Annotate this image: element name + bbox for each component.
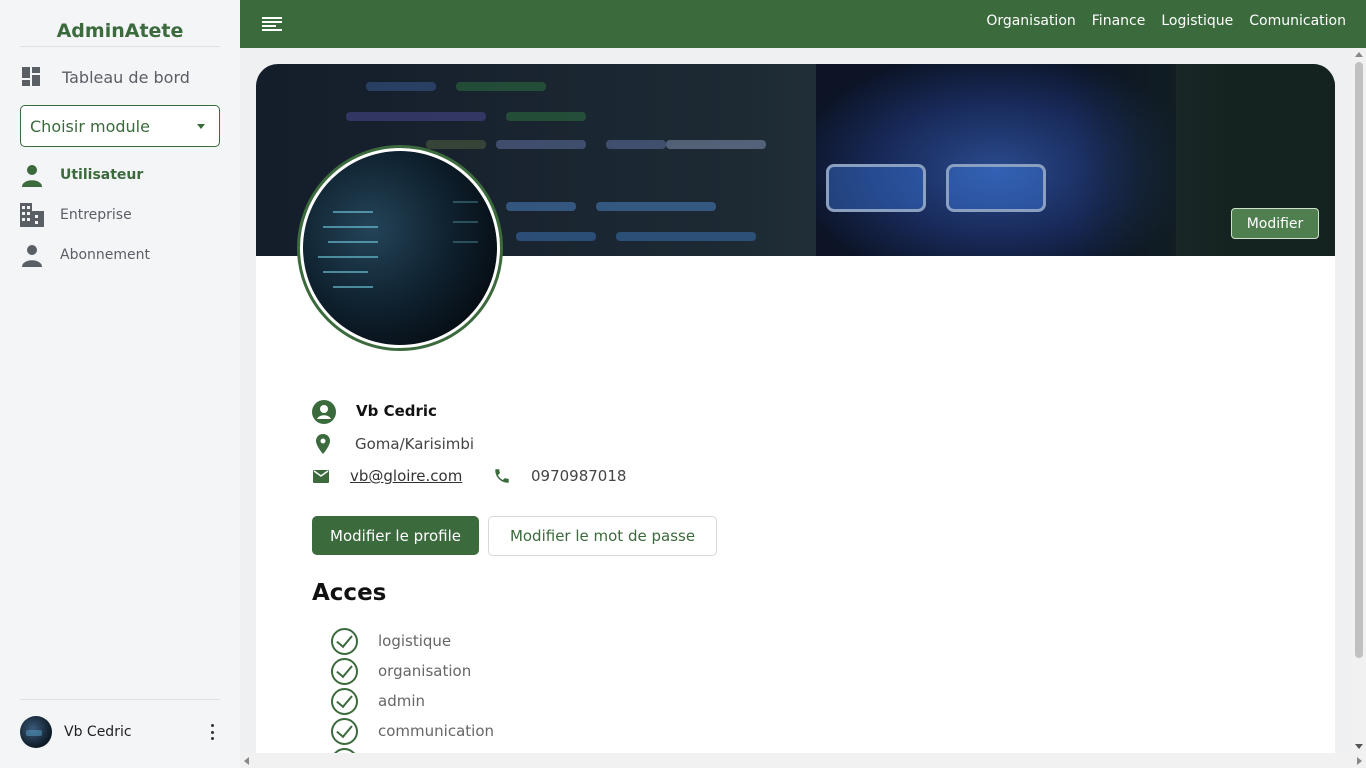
scroll-right-icon[interactable] (1357, 757, 1362, 765)
main-content: Modifier Vb Cedric Goma/Karisimbi vb@glo… (240, 48, 1352, 753)
sidebar-item-label: Tableau de bord (62, 67, 190, 87)
person-icon (22, 165, 42, 187)
profile-contact-row: vb@gloire.com 0970987018 (312, 465, 712, 487)
edit-password-button[interactable]: Modifier le mot de passe (488, 516, 717, 556)
acces-item-label: communication (378, 722, 495, 740)
profile-location-row: Goma/Karisimbi (312, 433, 612, 455)
menu-icon[interactable] (262, 17, 282, 31)
dashboard-icon (22, 67, 40, 86)
acces-item-label: organisation (378, 662, 472, 680)
scroll-up-icon[interactable] (1355, 52, 1363, 57)
scrollbar-thumb[interactable] (1355, 62, 1363, 658)
check-circle-icon (331, 688, 358, 715)
profile-phone: 0970987018 (531, 467, 627, 485)
top-nav: Organisation Finance Logistique Comunica… (986, 13, 1346, 29)
acces-item-label: logistique (378, 632, 452, 650)
sidebar-item-abonnement[interactable]: Abonnement (20, 241, 150, 269)
check-circle-icon (331, 628, 358, 655)
profile-card: Modifier Vb Cedric Goma/Karisimbi vb@glo… (256, 64, 1335, 753)
sidebar-item-label: Entreprise (60, 207, 132, 223)
brand-title: AdminAtete (20, 20, 220, 47)
sidebar-item-dashboard[interactable]: Tableau de bord (22, 64, 190, 90)
check-circle-icon (331, 658, 358, 685)
email-icon (313, 470, 329, 483)
scroll-down-icon[interactable] (1355, 744, 1363, 749)
acces-item-label: admin (378, 692, 425, 710)
sidebar-item-label: Utilisateur (60, 167, 144, 183)
top-nav-comunication[interactable]: Comunication (1249, 13, 1346, 29)
profile-name: Vb Cedric (356, 402, 437, 420)
user-name: Vb Cedric (64, 724, 132, 740)
caret-down-icon (197, 124, 205, 129)
acces-title: Acces (312, 580, 387, 606)
sidebar-item-entreprise[interactable]: Entreprise (20, 201, 132, 229)
edit-cover-button[interactable]: Modifier (1231, 208, 1319, 239)
module-select-value: Choisir module (30, 116, 150, 136)
sidebar-item-utilisateur[interactable]: Utilisateur (20, 161, 143, 189)
person-icon (22, 245, 42, 267)
top-nav-finance[interactable]: Finance (1092, 13, 1146, 29)
phone-icon (495, 469, 509, 483)
check-circle-icon (331, 718, 358, 745)
account-circle-icon (312, 400, 336, 424)
sidebar-user-footer: Vb Cedric (20, 699, 220, 768)
more-options-icon[interactable] (208, 724, 216, 740)
top-nav-logistique[interactable]: Logistique (1161, 13, 1233, 29)
topbar: Organisation Finance Logistique Comunica… (240, 0, 1366, 48)
sidebar-item-label: Abonnement (60, 247, 151, 263)
module-select[interactable]: Choisir module (20, 105, 220, 147)
building-icon (20, 203, 44, 227)
profile-location: Goma/Karisimbi (355, 435, 475, 453)
location-pin-icon (316, 434, 330, 454)
profile-email-link[interactable]: vb@gloire.com (350, 467, 462, 485)
horizontal-scrollbar[interactable] (240, 753, 1366, 768)
sidebar: AdminAtete Tableau de bord Choisir modul… (0, 0, 240, 768)
scroll-left-icon[interactable] (244, 757, 249, 765)
profile-avatar (297, 145, 503, 351)
avatar[interactable] (20, 716, 52, 748)
profile-name-row: Vb Cedric (312, 400, 612, 424)
vertical-scrollbar[interactable] (1352, 48, 1366, 753)
edit-profile-button[interactable]: Modifier le profile (312, 516, 479, 555)
top-nav-organisation[interactable]: Organisation (986, 13, 1075, 29)
